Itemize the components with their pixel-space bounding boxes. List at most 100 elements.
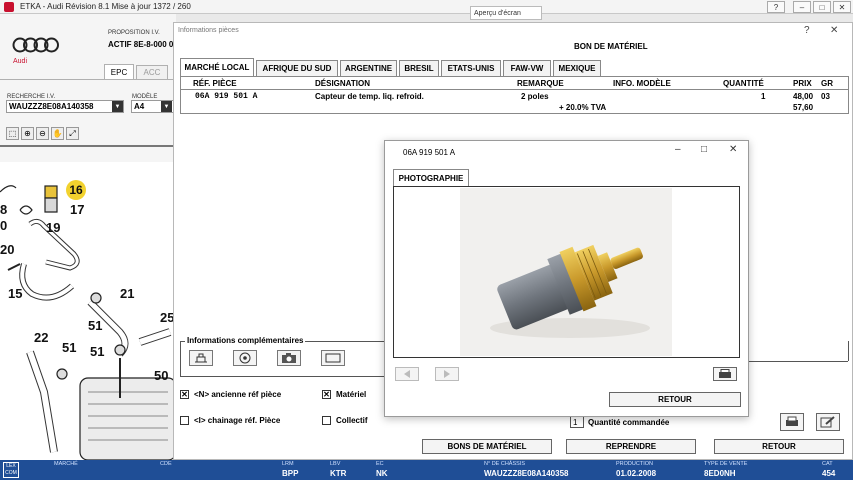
- callout-8[interactable]: 8: [0, 202, 7, 217]
- close-icon[interactable]: ✕: [830, 25, 838, 36]
- chevron-down-icon[interactable]: ▼: [112, 101, 123, 112]
- group-line: [848, 341, 849, 361]
- callout-15[interactable]: 15: [8, 286, 22, 301]
- close-icon[interactable]: ✕: [729, 144, 737, 155]
- callout-19[interactable]: 19: [46, 220, 60, 235]
- callout-51[interactable]: 51: [62, 340, 76, 355]
- row-ref: 06A 919 501 A: [195, 92, 258, 101]
- chevron-down-icon[interactable]: ▼: [161, 101, 172, 112]
- reprendre-button[interactable]: REPRENDRE: [566, 439, 696, 454]
- callout-50[interactable]: 50: [154, 368, 168, 383]
- tab-afrique-du-sud[interactable]: AFRIQUE DU SUD: [256, 60, 338, 76]
- close-icon[interactable]: ✕: [833, 1, 851, 13]
- callout-16[interactable]: 16: [66, 180, 86, 200]
- proposition-label: PROPOSITION I.V.: [108, 30, 160, 36]
- help-icon[interactable]: ?: [804, 25, 810, 36]
- parts-diagram[interactable]: 16 17 8 0 19 20 15 21 51 22 51 51 25 50: [0, 162, 176, 460]
- zoom-out-icon[interactable]: ⊖: [36, 127, 49, 140]
- status-label-cat: CAT: [822, 461, 833, 467]
- status-value-production: 01.02.2008: [616, 469, 657, 478]
- status-value-lrm: BPP: [282, 469, 299, 478]
- maximize-icon[interactable]: □: [701, 144, 707, 155]
- callout-22[interactable]: 22: [34, 330, 48, 345]
- tab-etats-unis[interactable]: ETATS-UNIS: [441, 60, 501, 76]
- chainage-ref-checkbox[interactable]: [180, 416, 189, 425]
- col-quantite: QUANTITÉ: [723, 79, 764, 88]
- divider: [0, 79, 176, 80]
- tab-acc[interactable]: ACC: [136, 65, 168, 79]
- edit-icon[interactable]: [816, 413, 840, 431]
- maximize-icon[interactable]: □: [813, 1, 831, 13]
- status-value-ec: NK: [376, 469, 388, 478]
- modele-value: A4: [134, 102, 145, 111]
- status-label-ec: EC: [376, 461, 384, 467]
- frame-icon[interactable]: [321, 350, 345, 366]
- fit-icon[interactable]: ⤢: [66, 127, 79, 140]
- part-photo: [460, 188, 672, 356]
- minimize-icon[interactable]: –: [793, 1, 811, 13]
- callout-51[interactable]: 51: [90, 344, 104, 359]
- tab-mexique[interactable]: MEXIQUE: [553, 60, 601, 76]
- next-photo-icon[interactable]: [435, 367, 459, 381]
- title-bar: ETKA - Audi Révision 8.1 Mise à jour 137…: [0, 0, 853, 14]
- recherche-combo[interactable]: WAUZZZ8E08A140358 ▼: [6, 100, 124, 113]
- temperature-sensor-image: [490, 244, 650, 338]
- pan-icon[interactable]: ✋: [51, 127, 64, 140]
- materiel-checkbox[interactable]: ✕: [322, 390, 331, 399]
- status-label-production: PRODUCTION: [616, 461, 653, 467]
- wheel-icon[interactable]: [233, 350, 257, 366]
- tab-bresil[interactable]: BRESIL: [399, 60, 439, 76]
- status-bar: LEX COM MARCHÉ CDE LRM BPP LBV KTR EC NK…: [0, 460, 853, 480]
- status-value-lbv: KTR: [330, 469, 347, 478]
- tab-photographie[interactable]: PHOTOGRAPHIE: [393, 169, 469, 186]
- photo-frame: [393, 186, 740, 358]
- prev-photo-icon[interactable]: [395, 367, 419, 381]
- app-icon: [4, 1, 14, 12]
- actif-value: ACTIF 8E-8-000 0: [108, 40, 174, 49]
- ancienne-ref-checkbox[interactable]: ✕: [180, 390, 189, 399]
- window-title: ETKA - Audi Révision 8.1 Mise à jour 137…: [20, 2, 191, 11]
- tab-argentine[interactable]: ARGENTINE: [340, 60, 397, 76]
- print-icon[interactable]: [780, 413, 804, 431]
- status-value-cat: 454: [822, 469, 836, 478]
- callout-21[interactable]: 21: [120, 286, 134, 301]
- main-window-title: Informations pièces: [178, 27, 239, 34]
- photo-retour-button[interactable]: RETOUR: [609, 392, 741, 407]
- recherche-value: WAUZZZ8E08A140358: [9, 102, 94, 111]
- tab-epc[interactable]: EPC: [104, 64, 134, 79]
- print-icon[interactable]: [713, 367, 737, 381]
- quantity-input[interactable]: 1: [570, 416, 584, 428]
- minimize-icon[interactable]: –: [675, 144, 681, 155]
- bons-de-materiel-button[interactable]: BONS DE MATÉRIEL: [422, 439, 552, 454]
- ancienne-ref-label: <N> ancienne réf pièce: [194, 390, 282, 399]
- col-prix: PRIX: [793, 79, 812, 88]
- info-complementaires-group: Informations complémentaires: [180, 336, 390, 377]
- info-comp-label: Informations complémentaires: [185, 336, 306, 345]
- status-value-chassis: WAUZZZ8E08A140358: [484, 469, 569, 478]
- modele-combo[interactable]: A4 ▼: [131, 100, 176, 113]
- header-divider: [181, 89, 848, 90]
- callout-0[interactable]: 0: [0, 218, 7, 233]
- divider: [0, 145, 176, 147]
- col-designation: DÉSIGNATION: [315, 79, 370, 88]
- zoom-in-icon[interactable]: ⊕: [21, 127, 34, 140]
- collectif-checkbox[interactable]: [322, 416, 331, 425]
- tab-marche-local[interactable]: MARCHÉ LOCAL: [180, 58, 254, 76]
- callout-51[interactable]: 51: [88, 318, 102, 333]
- tva-label: + 20.0% TVA: [559, 103, 607, 112]
- callout-17[interactable]: 17: [70, 202, 84, 217]
- tab-faw-vw[interactable]: FAW-VW: [503, 60, 551, 76]
- callout-20[interactable]: 20: [0, 242, 14, 257]
- row-remarque: 2 poles: [521, 92, 549, 101]
- quantity-label: Quantité commandée: [588, 418, 670, 427]
- chainage-ref-label: <I> chainage réf. Pièce: [194, 416, 281, 425]
- retour-button[interactable]: RETOUR: [714, 439, 844, 454]
- diagram-drawing: [0, 185, 176, 460]
- parts-hand-icon[interactable]: [189, 350, 213, 366]
- row-prix: 48,00: [793, 92, 814, 101]
- select-area-icon[interactable]: ⬚: [6, 127, 19, 140]
- help-icon[interactable]: ?: [767, 1, 785, 13]
- camera-icon[interactable]: [277, 350, 301, 366]
- status-label-cde: CDE: [160, 461, 172, 467]
- audi-rings-logo: [12, 37, 59, 53]
